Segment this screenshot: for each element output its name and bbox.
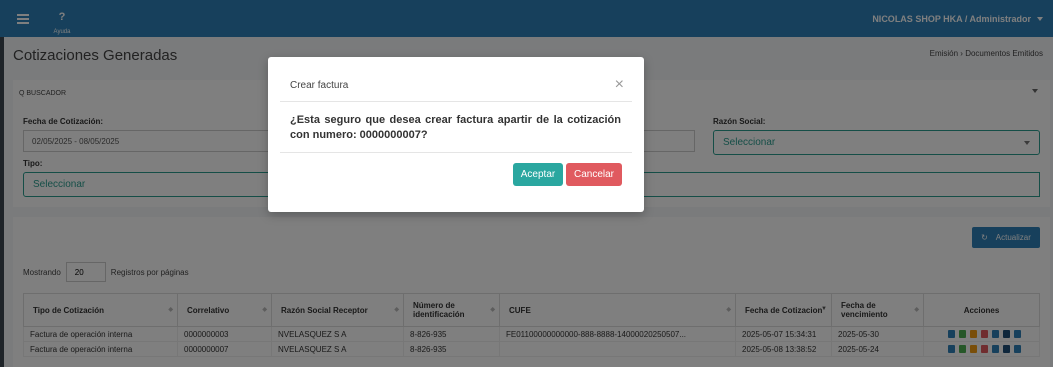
create-invoice-modal: Crear factura × ¿Esta seguro que desea c… bbox=[268, 57, 644, 212]
close-icon[interactable]: × bbox=[615, 77, 624, 93]
cancel-button[interactable]: Cancelar bbox=[566, 163, 622, 186]
modal-divider bbox=[280, 101, 632, 102]
modal-title: Crear factura bbox=[290, 80, 349, 91]
modal-divider bbox=[280, 152, 632, 153]
accept-button[interactable]: Aceptar bbox=[513, 163, 563, 186]
modal-message: ¿Esta seguro que desea crear factura apa… bbox=[290, 114, 621, 141]
